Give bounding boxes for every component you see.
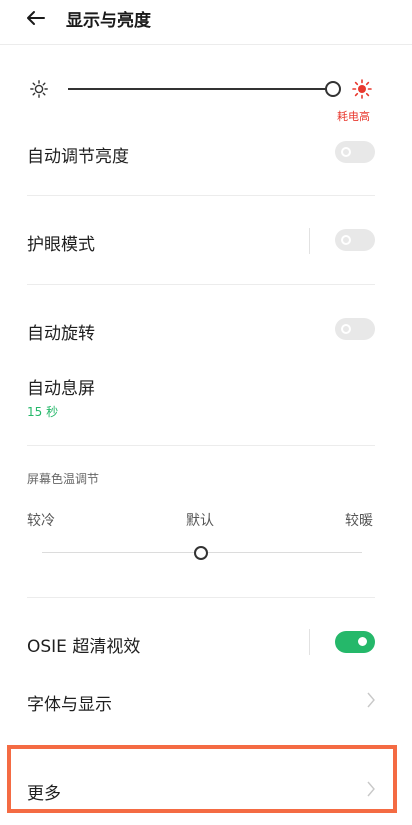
divider [27, 445, 375, 446]
brightness-slider-track[interactable] [68, 88, 332, 90]
chevron-right-icon [367, 692, 375, 708]
separator [309, 629, 310, 655]
page-title: 显示与亮度 [66, 11, 151, 31]
eye-care-label: 护眼模式 [27, 235, 95, 255]
screen-timeout-value: 15 秒 [27, 405, 59, 419]
screen-timeout-label[interactable]: 自动息屏 [27, 374, 95, 399]
sun-filled-icon [352, 79, 372, 99]
brightness-warning: 耗电高 [337, 110, 370, 123]
separator [309, 228, 310, 254]
color-temp-warm-label: 较暖 [345, 513, 373, 529]
auto-rotate-label: 自动旋转 [27, 324, 95, 344]
eye-care-toggle[interactable] [335, 229, 375, 251]
divider [27, 195, 375, 196]
osie-label: OSIE 超清视效 [27, 637, 141, 657]
color-temp-title: 屏幕色温调节 [27, 472, 100, 486]
app-header: 显示与亮度 [0, 0, 412, 45]
auto-rotate-toggle[interactable] [335, 318, 375, 340]
brightness-slider-handle[interactable] [325, 81, 341, 97]
auto-brightness-label: 自动调节亮度 [27, 147, 129, 167]
arrow-left-icon[interactable] [24, 4, 48, 32]
color-temp-slider-handle[interactable] [194, 546, 208, 560]
osie-toggle[interactable] [335, 631, 375, 653]
font-display-label[interactable]: 字体与显示 [27, 690, 112, 715]
divider [27, 597, 375, 598]
more-highlight-box[interactable] [7, 745, 397, 813]
auto-brightness-toggle[interactable] [335, 141, 375, 163]
sun-outline-icon [30, 80, 48, 98]
color-temp-cold-label: 较冷 [27, 513, 55, 529]
color-temp-default-label: 默认 [186, 513, 214, 529]
divider [27, 284, 375, 285]
